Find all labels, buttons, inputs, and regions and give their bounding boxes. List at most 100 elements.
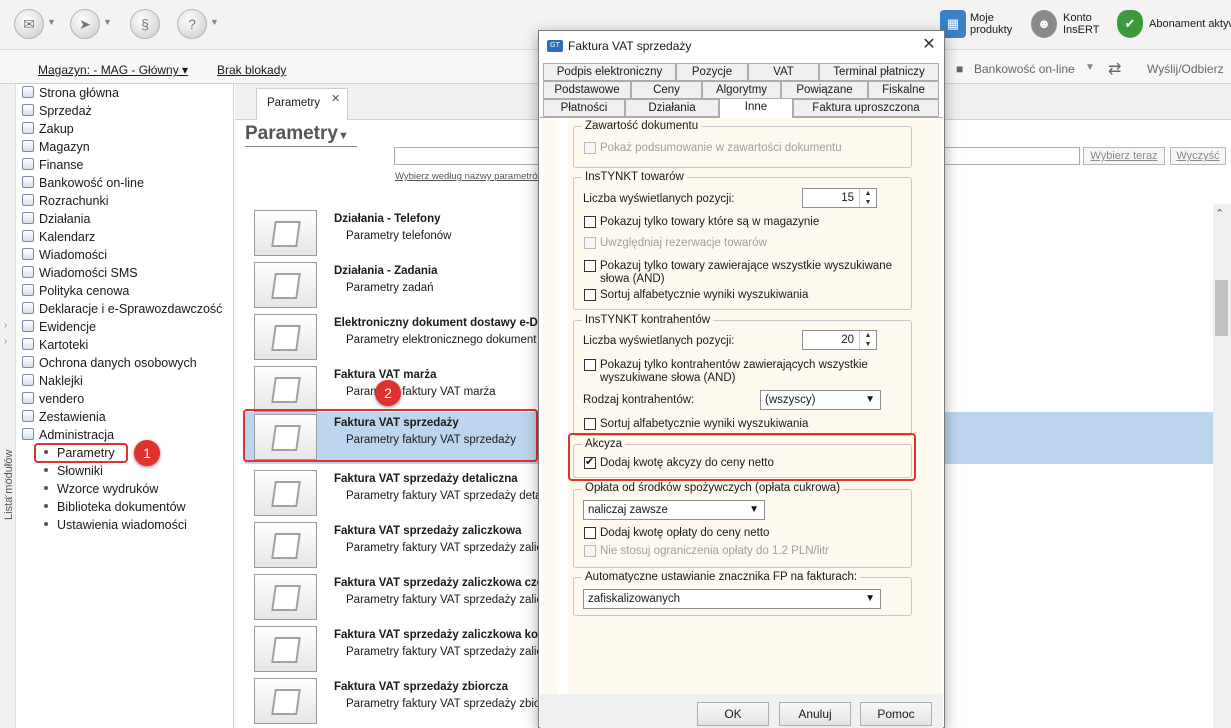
tab-ceny[interactable]: Ceny <box>631 81 702 99</box>
online-banking-button[interactable]: Bankowość on-line <box>974 62 1075 76</box>
send-icon[interactable]: ➤ <box>70 9 100 39</box>
spin-arrows-icon[interactable]: ▲ ▼ <box>859 331 876 349</box>
user-icon[interactable]: ☻ <box>1031 10 1057 38</box>
title-underline <box>245 146 357 147</box>
cancel-button[interactable]: Anuluj <box>779 702 851 726</box>
parameter-icon <box>254 366 317 412</box>
sugar-fee-select[interactable]: naliczaj zawsze ▼ <box>583 500 765 520</box>
sidebar-subitem-slowniki[interactable]: Słowniki <box>44 462 103 480</box>
main-scrollbar-thumb[interactable] <box>1215 280 1228 336</box>
sort-items-checkbox[interactable] <box>584 289 596 301</box>
tab-podpis-elektroniczny[interactable]: Podpis elektroniczny <box>543 63 676 81</box>
all-words-label: Pokazuj tylko towary zawierające wszystk… <box>600 260 893 285</box>
only-in-stock-checkbox[interactable] <box>584 216 596 228</box>
tab-dzialania[interactable]: Działania <box>625 99 719 117</box>
sidebar-item-zestawienia[interactable]: Zestawienia <box>22 408 106 426</box>
parameter-search-input[interactable] <box>394 147 544 165</box>
sidebar-item-polityka-cenowa[interactable]: Polityka cenowa <box>22 282 129 300</box>
chevron-right-icon[interactable]: › <box>4 336 7 347</box>
sidebar-item-kalendarz[interactable]: Kalendarz <box>22 228 95 246</box>
script-icon[interactable]: § <box>130 9 160 39</box>
tab-faktura-uproszczona[interactable]: Faktura uproszczona <box>793 99 939 117</box>
sort-contractors-label: Sortuj alfabetycznie wyniki wyszukiwania <box>600 418 809 430</box>
tab-podstawowe[interactable]: Podstawowe <box>543 81 631 99</box>
chevron-right-icon[interactable]: › <box>4 491 7 502</box>
mail-icon[interactable]: ✉ <box>14 9 44 39</box>
shield-icon[interactable]: ✔ <box>1117 10 1143 38</box>
chevron-right-icon[interactable]: › <box>4 475 7 486</box>
sidebar-subitem-biblioteka[interactable]: Biblioteka dokumentów <box>44 498 186 516</box>
sidebar-item-rozrachunki[interactable]: Rozrachunki <box>22 192 108 210</box>
page-title[interactable]: Parametry▼ <box>245 123 357 147</box>
sidebar-item-kartoteki[interactable]: Kartoteki <box>22 336 88 354</box>
all-words-checkbox[interactable] <box>584 260 596 272</box>
items-count-stepper[interactable]: 15 ▲ ▼ <box>802 188 877 208</box>
lock-status-link[interactable]: Brak blokady <box>217 63 286 77</box>
ok-button[interactable]: OK <box>697 702 769 726</box>
tab-algorytmy[interactable]: Algorytmy <box>702 81 781 99</box>
close-icon[interactable]: ✕ <box>331 92 340 105</box>
show-summary-checkbox[interactable] <box>584 142 596 154</box>
tab-inne[interactable]: Inne <box>719 98 793 118</box>
scroll-up-icon[interactable]: ⌃ <box>1215 207 1224 220</box>
tab-vat[interactable]: VAT <box>748 63 819 81</box>
add-fee-checkbox[interactable] <box>584 527 596 539</box>
sidebar-item-deklaracje[interactable]: Deklaracje i e-Sprawozdawczość <box>22 300 222 318</box>
close-icon[interactable]: ✕ <box>918 34 940 56</box>
help-icon[interactable]: ? <box>177 9 207 39</box>
sidebar-item-strona-glowna[interactable]: Strona główna <box>22 84 119 102</box>
contractors-count-stepper[interactable]: 20 ▲ ▼ <box>802 330 877 350</box>
tab-platnosci[interactable]: Płatności <box>543 99 625 117</box>
fp-flag-select[interactable]: zafiskalizowanych ▼ <box>583 589 881 609</box>
sidebar-item-finanse[interactable]: Finanse <box>22 156 83 174</box>
chevron-down-icon[interactable]: ▼ <box>47 17 56 27</box>
warehouse-selector[interactable]: Magazyn: - MAG - Główny ▾ <box>38 63 188 77</box>
sidebar-item-administracja[interactable]: Administracja <box>22 426 114 444</box>
chevron-down-icon[interactable]: ▼ <box>210 17 219 27</box>
sidebar-item-naklejki[interactable]: Naklejki <box>22 372 83 390</box>
my-products-label[interactable]: Moje produkty <box>970 12 1012 36</box>
sidebar-item-vendero[interactable]: vendero <box>22 390 84 408</box>
chevron-down-icon[interactable]: ▼ <box>103 17 112 27</box>
clear-button[interactable]: Wyczyść <box>1170 147 1226 165</box>
contractor-type-select[interactable]: (wszyscy) ▼ <box>760 390 881 410</box>
sidebar-item-sms[interactable]: Wiadomości SMS <box>22 264 138 282</box>
fee-limit-checkbox[interactable] <box>584 545 596 557</box>
spin-arrows-icon[interactable]: ▲ ▼ <box>859 189 876 207</box>
sidebar-collapse-strip[interactable]: Lista modułów › › › › › <box>0 84 16 728</box>
chevron-right-icon[interactable]: › <box>4 459 7 470</box>
tab-pozycje[interactable]: Pozycje <box>676 63 748 81</box>
tab-terminal-platniczy[interactable]: Terminal płatniczy <box>819 63 939 81</box>
sidebar-subitem-ustawienia[interactable]: Ustawienia wiadomości <box>44 516 187 534</box>
account-label[interactable]: Konto InsERT <box>1063 12 1099 36</box>
help-button[interactable]: Pomoc <box>860 702 932 726</box>
sidebar-item-ewidencje[interactable]: Ewidencje <box>22 318 96 336</box>
send-receive-button[interactable]: Wyślij/Odbierz <box>1147 62 1224 76</box>
select-now-button[interactable]: Wybierz teraz <box>1083 147 1165 165</box>
search-hint-link[interactable]: Wybierz według nazwy parametrów <box>395 171 544 182</box>
sidebar-item-dzialania[interactable]: Działania <box>22 210 90 228</box>
contractors-all-words-checkbox[interactable] <box>584 359 596 371</box>
sidebar-subitem-wzorce[interactable]: Wzorce wydruków <box>44 480 158 498</box>
sidebar-item-sprzedaz[interactable]: Sprzedaż <box>22 102 92 120</box>
sms-icon <box>22 266 34 278</box>
message-icon <box>22 248 34 260</box>
tab-parametry[interactable]: Parametry ✕ <box>256 88 348 120</box>
include-reservations-checkbox[interactable] <box>584 237 596 249</box>
parameter-search-input-right[interactable] <box>940 147 1080 165</box>
sidebar-item-bankowosc[interactable]: Bankowość on-line <box>22 174 144 192</box>
sidebar-item-ochrona-danych[interactable]: Ochrona danych osobowych <box>22 354 197 372</box>
dialog-scrollbar[interactable] <box>543 118 557 694</box>
tab-powiazane[interactable]: Powiązane <box>781 81 868 99</box>
bullet-icon <box>44 504 48 508</box>
sort-contractors-checkbox[interactable] <box>584 418 596 430</box>
subscription-label[interactable]: Abonament aktyw <box>1149 18 1231 30</box>
tab-fiskalne[interactable]: Fiskalne <box>868 81 939 99</box>
sidebar-item-magazyn[interactable]: Magazyn <box>22 138 90 156</box>
chevron-right-icon[interactable]: › <box>4 320 7 331</box>
chevron-down-icon[interactable]: ▼ <box>1085 62 1095 73</box>
sidebar-item-wiadomosci[interactable]: Wiadomości <box>22 246 107 264</box>
bank-icon <box>22 176 34 188</box>
parameter-icon <box>254 210 317 256</box>
sidebar-item-zakup[interactable]: Zakup <box>22 120 74 138</box>
